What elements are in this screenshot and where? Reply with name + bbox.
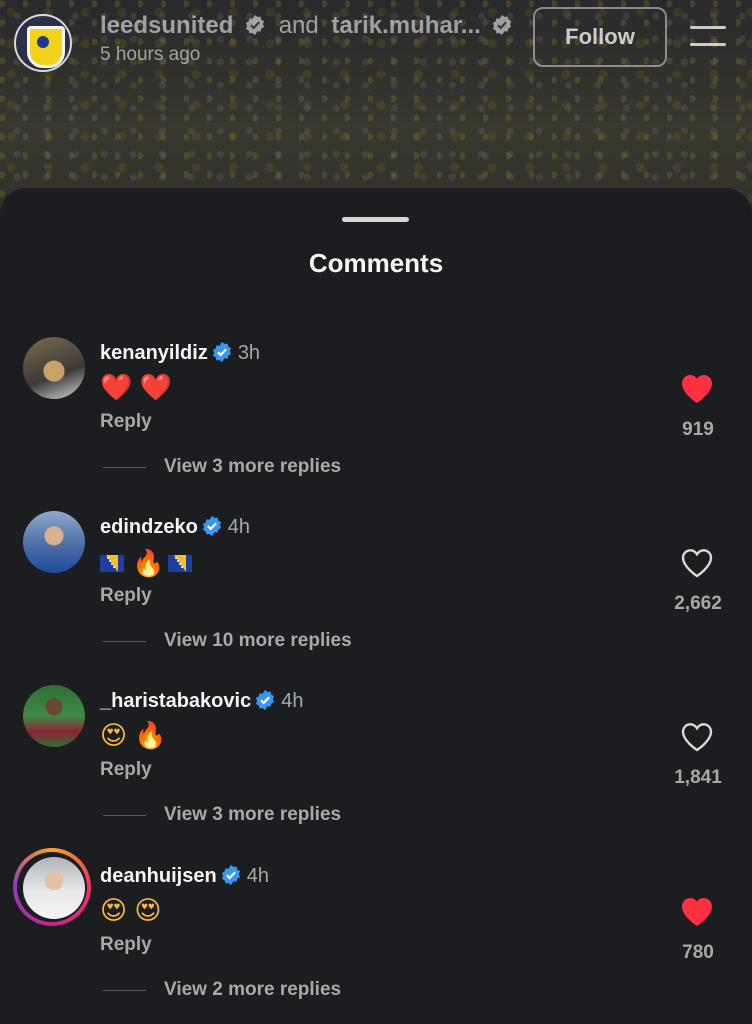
comment-username[interactable]: edindzeko 4h: [100, 515, 250, 539]
account-name-primary[interactable]: leedsunited: [100, 12, 233, 39]
follow-button[interactable]: Follow: [533, 7, 667, 67]
comment-username[interactable]: _haristabakovic 4h: [100, 689, 303, 713]
comment-time: 4h: [246, 865, 269, 887]
comment-item: edindzeko 4h 🔥 Reply View 10 more replies…: [0, 511, 752, 681]
reply-button[interactable]: Reply: [100, 934, 152, 956]
post-header: leedsunited and tarik.muhar... 5 hours a…: [0, 0, 752, 80]
verified-icon: [221, 864, 240, 886]
view-replies-label: View 3 more replies: [164, 456, 342, 477]
like-count: 919: [682, 419, 714, 440]
verified-icon: [202, 515, 221, 537]
menu-icon[interactable]: [688, 24, 728, 48]
comments-sheet: Comments kenanyildiz 3h ❤️ ❤️ Reply View …: [0, 188, 752, 1024]
connector-text: and: [278, 12, 319, 39]
view-replies-label: View 10 more replies: [164, 630, 352, 651]
comment-time: 4h: [227, 516, 251, 538]
comment-text: ❤️ ❤️: [100, 372, 172, 402]
divider-line: [103, 989, 146, 991]
like-count: 1,841: [674, 767, 722, 788]
comment-item: deanhuijsen 4h 😍 😍 Reply View 2 more repl…: [0, 848, 752, 1024]
comment-username[interactable]: kenanyildiz 3h: [100, 341, 260, 365]
comment-time: 3h: [237, 342, 261, 364]
view-replies-label: View 3 more replies: [164, 804, 342, 825]
heart-outline-icon[interactable]: [680, 547, 714, 579]
divider-line: [103, 814, 146, 816]
comment-text: 😍 🔥: [100, 720, 167, 750]
comment-username[interactable]: deanhuijsen 4h: [100, 864, 269, 888]
comment-item: kenanyildiz 3h ❤️ ❤️ Reply View 3 more re…: [0, 337, 752, 507]
account-name-secondary[interactable]: tarik.muhar...: [331, 12, 480, 39]
view-replies-button[interactable]: View 3 more replies: [103, 803, 341, 827]
username-text: edindzeko: [100, 516, 198, 538]
reply-button[interactable]: Reply: [100, 759, 152, 781]
avatar[interactable]: [23, 337, 85, 399]
post-accounts: leedsunited and tarik.muhar...: [100, 12, 513, 40]
verified-icon: [493, 14, 512, 36]
view-replies-button[interactable]: View 2 more replies: [103, 978, 341, 1002]
comment-item: _haristabakovic 4h 😍 🔥 Reply View 3 more …: [0, 685, 752, 855]
comment-time: 4h: [281, 690, 304, 712]
divider-line: [103, 640, 146, 642]
sheet-drag-handle[interactable]: [342, 217, 409, 222]
bosnia-flag-icon: [100, 554, 124, 572]
username-text: kenanyildiz: [100, 342, 208, 364]
view-replies-button[interactable]: View 10 more replies: [103, 629, 352, 653]
avatar[interactable]: [23, 685, 85, 747]
like-count: 780: [682, 942, 714, 963]
username-text: deanhuijsen: [100, 865, 217, 887]
view-replies-button[interactable]: View 3 more replies: [103, 455, 341, 479]
reply-button[interactable]: Reply: [100, 585, 152, 607]
comment-text: 🔥: [100, 546, 200, 578]
account-avatar[interactable]: [14, 14, 72, 72]
avatar[interactable]: [23, 511, 85, 573]
heart-filled-icon[interactable]: [680, 896, 714, 928]
like-count: 2,662: [674, 593, 722, 614]
avatar[interactable]: [23, 857, 85, 919]
reply-button[interactable]: Reply: [100, 411, 152, 433]
verified-icon: [245, 14, 265, 36]
verified-icon: [256, 689, 275, 711]
fire-emoji: 🔥: [132, 548, 165, 579]
heart-outline-icon[interactable]: [680, 721, 714, 753]
bosnia-flag-icon: [168, 554, 193, 572]
view-replies-label: View 2 more replies: [164, 979, 342, 1000]
username-text: _haristabakovic: [100, 690, 252, 712]
sheet-title: Comments: [308, 248, 444, 278]
divider-line: [103, 466, 146, 468]
comment-text: 😍 😍: [100, 895, 162, 925]
post-time: 5 hours ago: [100, 44, 201, 65]
verified-icon: [212, 341, 231, 363]
heart-filled-icon[interactable]: [680, 373, 714, 405]
